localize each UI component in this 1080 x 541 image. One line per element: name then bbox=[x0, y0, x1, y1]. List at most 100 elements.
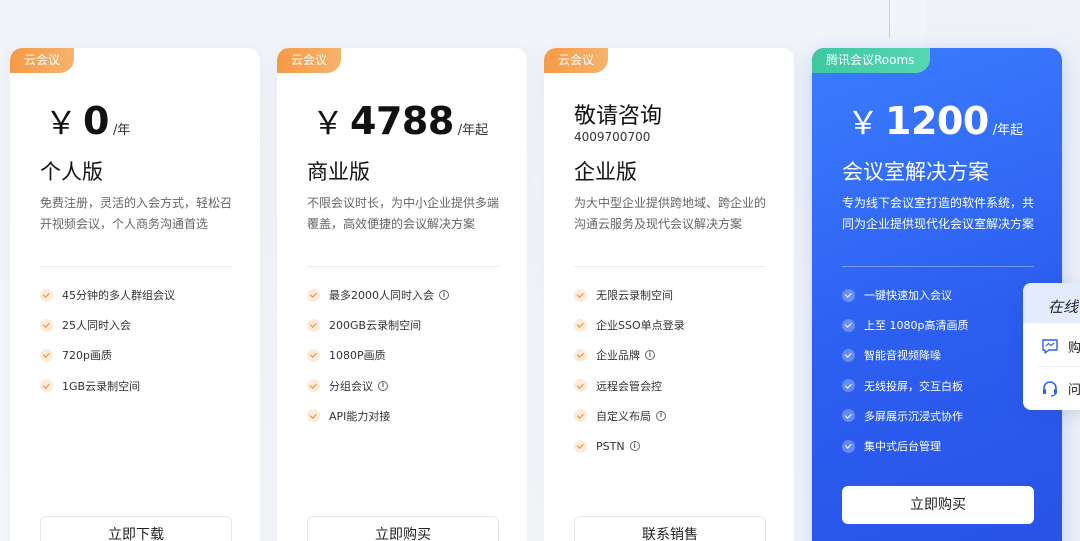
feature-text: 1080P画质 bbox=[329, 349, 386, 363]
feature-item: 自定义布局 i bbox=[574, 401, 685, 431]
plan-description: 为大中型企业提供跨地域、跨企业的沟通云服务及现代会议解决方案 bbox=[574, 196, 767, 231]
widget-header: 在线 bbox=[1023, 283, 1080, 323]
plan-name: 企业版 bbox=[574, 160, 637, 184]
feature-item: 智能音视频降噪 bbox=[842, 340, 968, 370]
divider bbox=[842, 266, 1034, 267]
divider bbox=[40, 266, 232, 267]
check-icon bbox=[574, 318, 587, 332]
check-icon bbox=[307, 318, 320, 332]
feature-item: 720p画质 bbox=[40, 340, 175, 370]
price: ￥ 0 /年 bbox=[45, 98, 131, 143]
contact-sales-button[interactable]: 联系销售 bbox=[574, 516, 766, 541]
price-unit: /年 bbox=[112, 123, 131, 138]
check-icon bbox=[40, 348, 53, 362]
check-icon bbox=[842, 379, 855, 393]
feature-item: 1080P画质 bbox=[307, 340, 449, 370]
feature-text: 45分钟的多人群组会议 bbox=[62, 289, 175, 303]
check-icon bbox=[307, 409, 320, 423]
feature-text: 智能音视频降噪 bbox=[864, 349, 941, 363]
card-badge: 云会议 bbox=[277, 48, 342, 73]
divider bbox=[1038, 366, 1080, 367]
widget-item-label: 问 bbox=[1068, 382, 1080, 398]
feature-item: 1GB云录制空间 bbox=[40, 371, 175, 401]
plan-description: 专为线下会议室打造的软件系统，共同为企业提供现代化会议室解决方案 bbox=[842, 196, 1035, 231]
feature-text: 远程会管会控 bbox=[596, 379, 662, 393]
plan-name: 会议室解决方案 bbox=[842, 160, 989, 184]
currency-symbol: ￥ bbox=[45, 104, 78, 142]
info-icon[interactable]: i bbox=[656, 410, 666, 421]
check-icon bbox=[842, 409, 855, 423]
widget-item-label: 购 bbox=[1068, 340, 1080, 356]
decorative-line bbox=[889, 0, 890, 38]
check-icon bbox=[307, 379, 320, 393]
price: ￥ 4788 /年起 bbox=[312, 98, 489, 143]
check-icon bbox=[842, 288, 855, 302]
feature-text: 200GB云录制空间 bbox=[329, 319, 422, 333]
feature-item: 最多2000人同时入会 i bbox=[307, 280, 449, 310]
check-icon bbox=[307, 288, 320, 302]
consult-label: 敬请咨询 bbox=[574, 104, 663, 129]
price-unit: /年起 bbox=[992, 123, 1024, 138]
purchase-consult-item[interactable]: 购 bbox=[1023, 327, 1080, 365]
plan-name: 商业版 bbox=[307, 160, 370, 184]
feature-text: PSTN bbox=[596, 439, 625, 453]
feature-item: PSTN i bbox=[574, 431, 685, 461]
feature-text: 上至 1080p高清画质 bbox=[864, 319, 969, 333]
phone-number: 4009700700 bbox=[574, 130, 651, 144]
feature-item: 一键快速加入会议 bbox=[842, 280, 968, 310]
plan-description: 不限会议时长，为中小企业提供多端覆盖，高效便捷的会议解决方案 bbox=[307, 196, 500, 231]
feature-item: 无线投屏，交互白板 bbox=[842, 371, 968, 401]
feature-text: 一键快速加入会议 bbox=[864, 289, 952, 303]
feature-item: 远程会管会控 bbox=[574, 371, 685, 401]
info-icon[interactable]: i bbox=[378, 380, 388, 391]
buy-now-button[interactable]: 立即购买 bbox=[307, 516, 499, 541]
plan-description: 免费注册，灵活的入会方式，轻松召开视频会议，个人商务沟通首选 bbox=[40, 196, 233, 231]
feature-item: 45分钟的多人群组会议 bbox=[40, 280, 175, 310]
price-amount: 1200 bbox=[885, 99, 989, 143]
feature-text: 无限云录制空间 bbox=[596, 289, 673, 303]
feature-text: 集中式后台管理 bbox=[864, 440, 941, 454]
price-amount: 4788 bbox=[350, 99, 454, 143]
feature-list: 无限云录制空间 企业SSO单点登录 企业品牌 i 远程会管会控 自定义布局 i PS… bbox=[574, 280, 685, 461]
pricing-card-personal: 云会议 ￥ 0 /年 个人版 免费注册，灵活的入会方式，轻松召开视频会议，个人商… bbox=[10, 48, 260, 541]
price-unit: /年起 bbox=[457, 123, 489, 138]
card-badge: 腾讯会议Rooms bbox=[812, 48, 931, 73]
currency-symbol: ￥ bbox=[847, 104, 880, 142]
divider bbox=[307, 266, 499, 267]
price: ￥ 1200 /年起 bbox=[847, 98, 1024, 143]
chat-icon bbox=[1042, 339, 1058, 354]
feature-item: 分组会议 i bbox=[307, 371, 449, 401]
check-icon bbox=[842, 318, 855, 332]
plan-name: 个人版 bbox=[40, 160, 103, 184]
check-icon bbox=[40, 379, 53, 393]
check-icon bbox=[40, 318, 53, 332]
info-icon[interactable]: i bbox=[629, 441, 640, 452]
card-badge: 云会议 bbox=[10, 48, 75, 73]
support-item[interactable]: 问 bbox=[1023, 369, 1080, 407]
currency-symbol: ￥ bbox=[312, 104, 345, 142]
info-icon[interactable]: i bbox=[439, 290, 449, 301]
info-icon[interactable]: i bbox=[645, 350, 655, 361]
feature-text: 720p画质 bbox=[62, 349, 112, 363]
feature-text: 分组会议 bbox=[329, 379, 373, 393]
buy-now-button[interactable]: 立即购买 bbox=[842, 486, 1034, 524]
feature-text: 25人同时入会 bbox=[62, 319, 131, 333]
feature-text: 多屏展示沉浸式协作 bbox=[864, 409, 963, 423]
check-icon bbox=[574, 348, 587, 362]
feature-item: API能力对接 bbox=[307, 401, 449, 431]
download-button[interactable]: 立即下载 bbox=[40, 516, 232, 541]
check-icon bbox=[574, 379, 587, 393]
feature-item: 上至 1080p高清画质 bbox=[842, 310, 968, 340]
feature-text: 无线投屏，交互白板 bbox=[864, 379, 963, 393]
check-icon bbox=[40, 288, 53, 302]
check-icon bbox=[842, 348, 855, 362]
feature-text: 自定义布局 bbox=[596, 409, 651, 423]
check-icon bbox=[574, 409, 587, 423]
check-icon bbox=[307, 348, 320, 362]
feature-text: 企业品牌 bbox=[596, 349, 640, 363]
feature-text: 1GB云录制空间 bbox=[62, 379, 141, 393]
feature-text: 最多2000人同时入会 bbox=[329, 289, 434, 303]
feature-list: 一键快速加入会议 上至 1080p高清画质 智能音视频降噪 无线投屏，交互白板 … bbox=[842, 280, 968, 461]
pricing-card-business: 云会议 ￥ 4788 /年起 商业版 不限会议时长，为中小企业提供多端覆盖，高效… bbox=[277, 48, 527, 541]
feature-list: 最多2000人同时入会 i 200GB云录制空间 1080P画质 分组会议 i AP… bbox=[307, 280, 449, 431]
